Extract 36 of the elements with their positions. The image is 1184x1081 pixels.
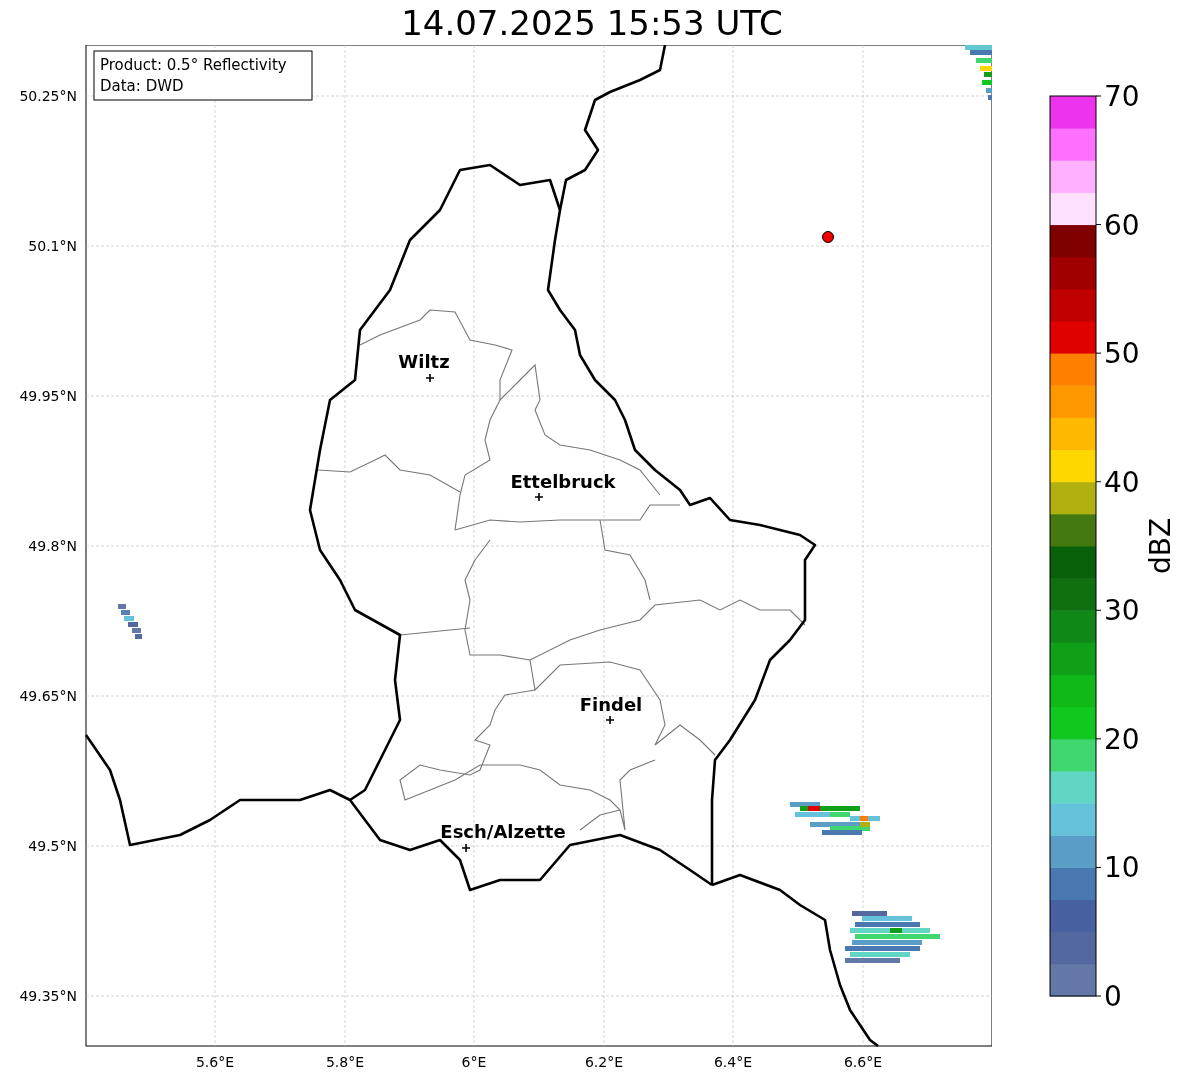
latitude-label: 49.65°N [19,688,77,704]
longitude-label: 6°E [461,1054,487,1070]
latitude-label: 50.25°N [19,88,77,104]
radar-echo [118,604,142,639]
latitude-label: 49.5°N [28,838,77,854]
longitude-label: 6.6°E [843,1054,883,1070]
info-text: Data: DWD [100,77,184,95]
city-marker-icon [461,843,471,853]
radar-echo [965,45,992,100]
colorbar-tick-label: 70 [1104,80,1140,113]
colorbar-tick-label: 40 [1104,465,1140,499]
longitude-label: 5.6°E [195,1054,235,1070]
longitude-label: 5.8°E [325,1054,365,1070]
colorbar-tick-label: 0 [1104,980,1122,1013]
city-marker-icon [534,492,544,502]
city-label: Ettelbruck [510,471,616,492]
latitude-label: 50.1°N [28,238,77,254]
city-label: Findel [579,694,643,715]
info-text: Product: 0.5° Reflectivity [100,56,287,74]
city-label: Esch/Alzette [440,821,566,842]
city-marker-icon [425,373,435,383]
longitude-label: 6.4°E [713,1054,753,1070]
latitude-label: 49.8°N [28,538,77,554]
longitude-label: 6.2°E [584,1054,624,1070]
colorbar-tick-label: 60 [1104,208,1140,242]
colorbar-tick-label: 10 [1104,851,1140,885]
location-dot [822,231,834,243]
latitude-label: 49.95°N [19,388,77,404]
city-marker-icon [605,715,615,725]
latitude-label: 49.35°N [19,988,77,1004]
colorbar-tick-label: 20 [1104,722,1140,756]
plot-title: 14.07.2025 15:53 UTC [401,5,783,40]
city-label: Wiltz [398,351,450,372]
colorbar-tick-label: 50 [1104,337,1140,371]
colorbar-label: dBZ [1144,517,1177,575]
colorbar-tick-label: 30 [1104,594,1140,628]
